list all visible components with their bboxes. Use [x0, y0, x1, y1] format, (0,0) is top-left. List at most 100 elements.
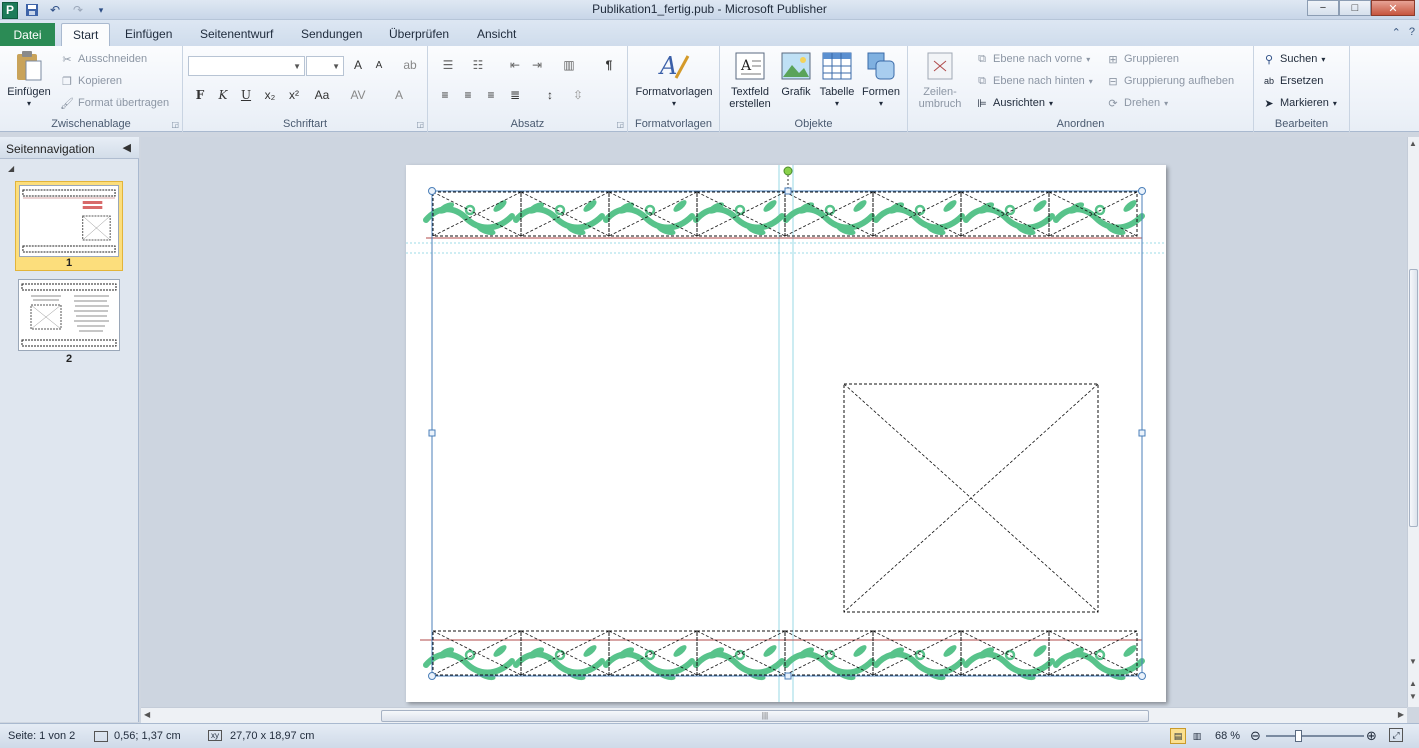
tab-einfuegen[interactable]: Einfügen [125, 27, 172, 41]
group-font: ▼ ▼ A A ab F K U x₂ x² Aa AV A Schriftar… [183, 46, 428, 132]
picture-placeholder[interactable] [843, 383, 1099, 613]
show-formatting-button[interactable]: ¶ [599, 58, 619, 72]
tab-seitenentwurf[interactable]: Seitenentwurf [200, 27, 273, 41]
minimize-ribbon-icon[interactable]: ⌃ [1392, 26, 1401, 39]
fit-page-icon[interactable]: ⤢ [1389, 728, 1403, 742]
scroll-down-icon[interactable]: ▼ [1409, 657, 1417, 666]
table-button[interactable]: Tabelle ▾ [817, 50, 857, 110]
styles-button[interactable]: A Formatvorlagen ▾ [632, 50, 716, 110]
tab-start[interactable]: Start [61, 23, 111, 47]
zoom-in-icon[interactable]: ⊕ [1366, 728, 1377, 744]
previous-page-icon[interactable]: ▲ [1409, 679, 1417, 688]
text-wrap-button[interactable]: Zeilen- umbruch [912, 50, 968, 110]
scissors-icon: ✂ [62, 53, 72, 66]
vertical-scroll-thumb[interactable] [1409, 269, 1418, 527]
shrink-font-button[interactable]: A [369, 60, 389, 71]
find-button[interactable]: ⚲ Suchen ▾ [1262, 52, 1325, 66]
page-thumbnail-2[interactable]: 2 [15, 276, 123, 366]
columns-icon[interactable]: ▥ [559, 58, 579, 72]
horizontal-scrollbar[interactable]: ◀ ||| ▶ [141, 707, 1407, 723]
rotation-handle[interactable] [783, 166, 793, 176]
align-center-icon[interactable]: ≡ [458, 88, 478, 102]
numbering-icon[interactable]: ☷ [468, 58, 488, 72]
paste-button[interactable]: Einfügen ▾ [6, 50, 52, 110]
zoom-level[interactable]: 68 % [1215, 730, 1240, 742]
subscript-button[interactable]: x₂ [260, 88, 280, 102]
dialog-launcher-icon[interactable]: ◲ [616, 120, 624, 129]
bring-forward-button[interactable]: ⧉ Ebene nach vorne ▾ [975, 52, 1090, 66]
bottom-border-graphic[interactable] [420, 630, 1142, 682]
picture-button[interactable]: Grafik [778, 50, 814, 98]
bullets-icon[interactable]: ☰ [438, 58, 458, 72]
font-name-combo[interactable]: ▼ [188, 56, 305, 76]
ungroup-button[interactable]: ⊟ Gruppierung aufheben [1106, 74, 1234, 88]
line-spacing-icon[interactable]: ↕ [540, 88, 560, 102]
copy-button[interactable]: ❐ Kopieren [60, 74, 122, 88]
selection-frame[interactable] [428, 166, 1146, 680]
text-wrap-icon [924, 50, 956, 82]
bold-button[interactable]: F [190, 88, 210, 102]
change-case-button[interactable]: Aa [309, 88, 335, 102]
align-button[interactable]: ⊫ Ausrichten ▾ [975, 96, 1053, 110]
single-page-view-icon[interactable]: ▤ [1170, 728, 1186, 744]
tab-ueberpruefen[interactable]: Überprüfen [389, 27, 449, 41]
tab-datei[interactable]: Datei [0, 23, 55, 46]
scroll-left-icon[interactable]: ◀ [144, 710, 150, 719]
dialog-launcher-icon[interactable]: ◲ [416, 120, 424, 129]
collapse-pane-icon[interactable]: ◀ [123, 141, 131, 154]
tab-sendungen[interactable]: Sendungen [301, 27, 362, 41]
scroll-up-icon[interactable]: ▲ [1409, 139, 1417, 148]
tab-ansicht[interactable]: Ansicht [477, 27, 516, 41]
top-border-graphic[interactable] [426, 191, 1142, 238]
vertical-scrollbar[interactable]: ▲ ▼ ▲ ▼ [1407, 137, 1419, 707]
paragraph-spacing-icon[interactable]: ⇳ [568, 88, 588, 102]
scroll-right-icon[interactable]: ▶ [1398, 710, 1404, 719]
page-canvas [406, 165, 1166, 702]
shapes-icon [865, 50, 897, 82]
close-button[interactable]: ✕ [1371, 0, 1415, 16]
send-backward-button[interactable]: ⧉ Ebene nach hinten ▾ [975, 74, 1093, 88]
align-right-icon[interactable]: ≡ [481, 88, 501, 102]
document-workspace[interactable] [141, 137, 1407, 707]
group-objects-button[interactable]: ⊞ Gruppieren [1106, 52, 1179, 66]
align-left-icon[interactable]: ≡ [435, 88, 455, 102]
increase-indent-icon[interactable]: ⇥ [527, 58, 547, 72]
minimize-button[interactable]: − [1307, 0, 1339, 16]
horizontal-scroll-thumb[interactable]: ||| [381, 710, 1149, 722]
cut-label: Ausschneiden [78, 53, 148, 65]
font-color-button[interactable]: A [389, 88, 409, 102]
page-thumbnail-1[interactable]: 1 [15, 181, 123, 271]
replace-button[interactable]: ab Ersetzen [1262, 74, 1323, 88]
draw-textbox-button[interactable]: A Textfeld erstellen [726, 50, 774, 110]
font-size-combo[interactable]: ▼ [306, 56, 344, 76]
underline-button[interactable]: U [236, 88, 256, 102]
italic-button[interactable]: K [213, 88, 233, 102]
expand-section-icon[interactable]: ◢ [8, 164, 14, 173]
superscript-button[interactable]: x² [284, 88, 304, 102]
dialog-launcher-icon[interactable]: ◲ [171, 120, 179, 129]
shapes-button[interactable]: Formen ▾ [860, 50, 902, 110]
cut-button[interactable]: ✂ Ausschneiden [60, 52, 147, 66]
zoom-slider[interactable] [1266, 730, 1364, 742]
decrease-indent-icon[interactable]: ⇤ [505, 58, 525, 72]
character-spacing-button[interactable]: AV [345, 88, 371, 102]
rotate-button[interactable]: ⟳ Drehen ▾ [1106, 96, 1168, 110]
help-icon[interactable]: ? [1409, 26, 1415, 39]
ribbon-tabs: Datei Start Einfügen Seitenentwurf Sendu… [0, 20, 1419, 47]
page-indicator[interactable]: Seite: 1 von 2 [8, 730, 75, 742]
justify-icon[interactable]: ≣ [505, 88, 525, 102]
bring-forward-label: Ebene nach vorne [993, 53, 1083, 65]
paste-label: Einfügen [7, 86, 51, 98]
next-page-icon[interactable]: ▼ [1409, 692, 1417, 701]
maximize-button[interactable]: □ [1339, 0, 1371, 16]
clear-format-icon[interactable]: ab [400, 58, 420, 72]
grow-font-button[interactable]: A [348, 58, 368, 72]
publication-page[interactable] [406, 165, 1166, 702]
zoom-slider-thumb[interactable] [1294, 730, 1302, 742]
format-painter-button[interactable]: 🖌 Format übertragen [60, 96, 169, 110]
zoom-out-icon[interactable]: ⊖ [1250, 728, 1261, 744]
group-objects-label: Gruppieren [1124, 53, 1180, 65]
select-button[interactable]: ➤ Markieren ▾ [1262, 96, 1337, 110]
two-page-view-icon[interactable]: ▥ [1189, 728, 1205, 744]
textbox-icon: A [734, 50, 766, 82]
